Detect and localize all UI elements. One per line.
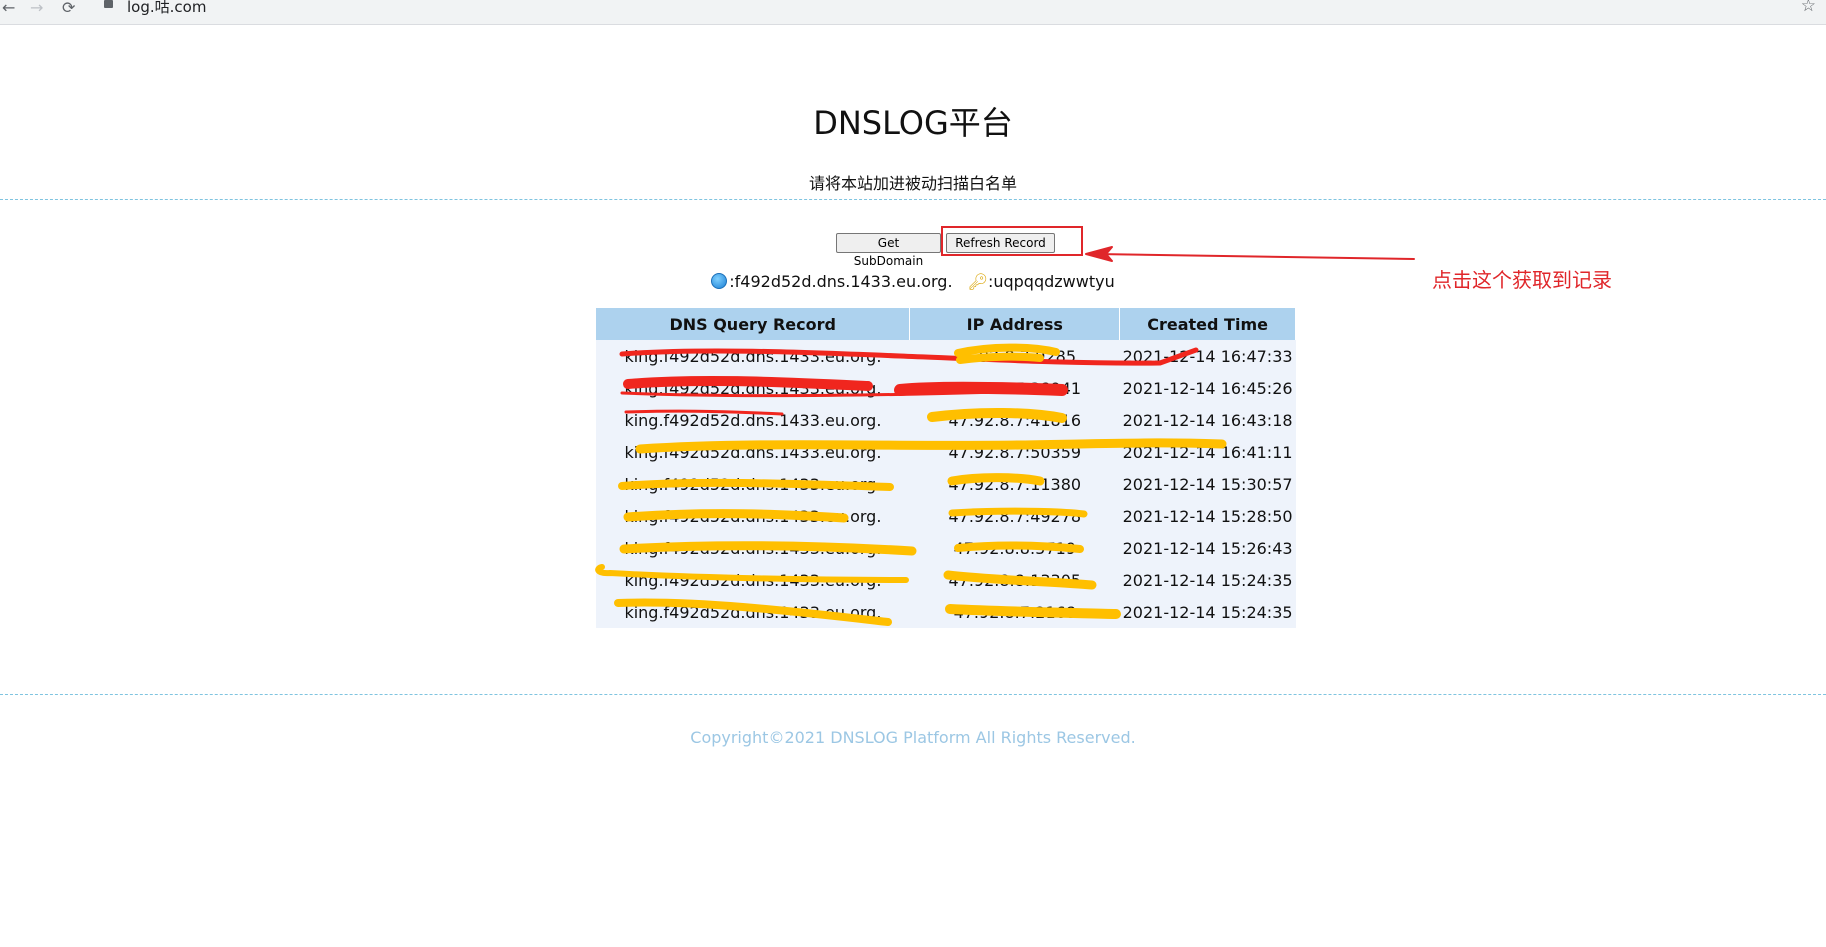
back-arrow-icon[interactable]: ← bbox=[2, 0, 15, 18]
table-row: king.f492d52d.dns.1433.eu.org. 47.92.8.7… bbox=[596, 372, 1296, 404]
created-time-cell: 2021-12-14 16:41:11 bbox=[1119, 436, 1296, 468]
address-bar[interactable] bbox=[96, 0, 1796, 18]
dns-query-cell: king.f492d52d.dns.1433.eu.org. bbox=[596, 372, 910, 404]
ip-address-cell: 47.92.8.7:41816 bbox=[909, 404, 1120, 436]
forward-arrow-icon[interactable]: → bbox=[30, 0, 43, 18]
key-icon: 🔑︎ bbox=[967, 272, 988, 291]
subdomain-text: :f492d52d.dns.1433.eu.org. bbox=[729, 272, 953, 291]
ip-address-cell: 47.92.8.7:9285 bbox=[909, 340, 1120, 372]
ip-address-cell: 47.92.8.7:38941 bbox=[909, 372, 1120, 404]
table-row: king.f492d52d.dns.1433.eu.org. 47.92.8.8… bbox=[596, 532, 1296, 564]
dns-query-cell: king.f492d52d.dns.1433.eu.org. bbox=[596, 564, 910, 596]
ip-address-cell: 47.92.8.8:5719 bbox=[909, 532, 1120, 564]
created-time-cell: 2021-12-14 15:30:57 bbox=[1119, 468, 1296, 500]
table-header-row: DNS Query Record IP Address Created Time bbox=[596, 308, 1296, 340]
annotation-arrowhead bbox=[1085, 246, 1113, 262]
dns-query-cell: king.f492d52d.dns.1433.eu.org. bbox=[596, 468, 910, 500]
footer-copyright: Copyright©2021 DNSLOG Platform All Right… bbox=[690, 728, 1136, 747]
reload-icon[interactable]: ⟳ bbox=[62, 0, 75, 18]
ip-address-cell: 47.92.8.7:50359 bbox=[909, 436, 1120, 468]
table-row: king.f492d52d.dns.1433.eu.org. 47.92.8.8… bbox=[596, 564, 1296, 596]
token-text: :uqpqqdzwwtyu bbox=[987, 272, 1115, 291]
created-time-cell: 2021-12-14 16:47:33 bbox=[1119, 340, 1296, 372]
page-title: DNSLOG平台 bbox=[813, 104, 1013, 142]
annotation-highlight-box bbox=[941, 226, 1083, 256]
created-time-cell: 2021-12-14 16:45:26 bbox=[1119, 372, 1296, 404]
table-row: king.f492d52d.dns.1433.eu.org. 47.92.8.7… bbox=[596, 436, 1296, 468]
dns-query-cell: king.f492d52d.dns.1433.eu.org. bbox=[596, 340, 910, 372]
url-text[interactable]: log.咕.com bbox=[127, 0, 206, 17]
dns-query-cell: king.f492d52d.dns.1433.eu.org. bbox=[596, 436, 910, 468]
dns-records-table: DNS Query Record IP Address Created Time… bbox=[596, 308, 1296, 628]
dns-query-cell: king.f492d52d.dns.1433.eu.org. bbox=[596, 596, 910, 628]
ip-address-cell: 47.92.8.8:13305 bbox=[909, 564, 1120, 596]
created-time-cell: 2021-12-14 15:28:50 bbox=[1119, 500, 1296, 532]
table-row: king.f492d52d.dns.1433.eu.org. 47.92.8.7… bbox=[596, 468, 1296, 500]
browser-toolbar: ← → ⟳ log.咕.com ☆ bbox=[0, 0, 1826, 25]
created-time-cell: 2021-12-14 15:24:35 bbox=[1119, 564, 1296, 596]
annotation-arrow bbox=[1095, 253, 1415, 260]
column-header-ip-address: IP Address bbox=[909, 308, 1121, 340]
bottom-divider bbox=[0, 694, 1826, 695]
ip-address-cell: 47.92.8.7:49278 bbox=[909, 500, 1120, 532]
ip-address-cell: 47.92.8.7:2168 bbox=[909, 596, 1120, 628]
table-row: king.f492d52d.dns.1433.eu.org. 47.92.8.7… bbox=[596, 404, 1296, 436]
column-header-dns-query: DNS Query Record bbox=[596, 308, 911, 340]
created-time-cell: 2021-12-14 15:26:43 bbox=[1119, 532, 1296, 564]
table-row: king.f492d52d.dns.1433.eu.org. 47.92.8.7… bbox=[596, 340, 1296, 372]
globe-icon bbox=[711, 273, 728, 289]
dns-query-cell: king.f492d52d.dns.1433.eu.org. bbox=[596, 404, 910, 436]
created-time-cell: 2021-12-14 16:43:18 bbox=[1119, 404, 1296, 436]
table-row: king.f492d52d.dns.1433.eu.org. 47.92.8.7… bbox=[596, 500, 1296, 532]
created-time-cell: 2021-12-14 15:24:35 bbox=[1119, 596, 1296, 628]
lock-icon[interactable] bbox=[104, 0, 113, 8]
dns-query-cell: king.f492d52d.dns.1433.eu.org. bbox=[596, 532, 910, 564]
get-subdomain-button[interactable]: Get SubDomain bbox=[836, 233, 941, 268]
column-header-created-time: Created Time bbox=[1119, 308, 1296, 340]
table-row: king.f492d52d.dns.1433.eu.org. 47.92.8.7… bbox=[596, 596, 1296, 628]
bookmark-star-icon[interactable]: ☆ bbox=[1801, 0, 1816, 16]
page-subtitle: 请将本站加进被动扫描白名单 bbox=[808, 174, 1017, 193]
dns-query-cell: king.f492d52d.dns.1433.eu.org. bbox=[596, 500, 910, 532]
annotation-label: 点击这个获取到记录 bbox=[1432, 268, 1612, 292]
top-divider bbox=[0, 199, 1826, 200]
ip-address-cell: 47.92.8.7:11380 bbox=[909, 468, 1120, 500]
